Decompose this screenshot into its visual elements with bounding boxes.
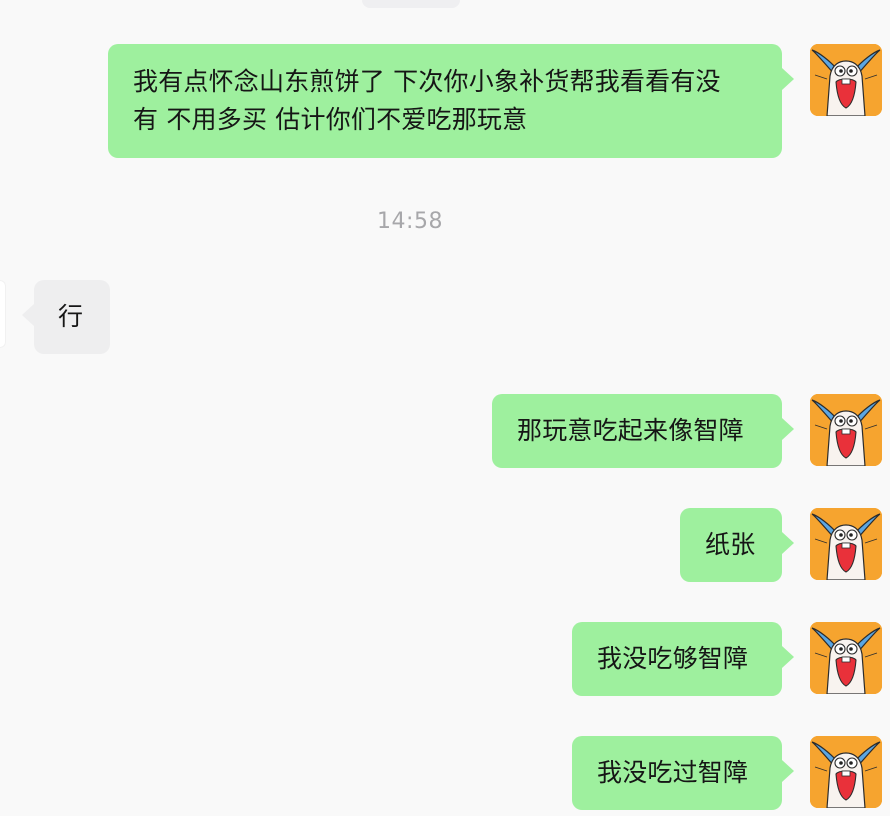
message-text: 我没吃够智障 <box>597 644 749 673</box>
message-text: 那玩意吃起来像智障 <box>517 416 744 445</box>
message-bubble-outgoing-1[interactable]: 我有点怀念山东煎饼了 下次你小象补货帮我看看有没 有 不用多买 估计你们不爱吃那… <box>108 44 794 158</box>
message-bubble-outgoing-2[interactable]: 那玩意吃起来像智障 <box>492 394 794 468</box>
cartoon-bunny-icon <box>810 508 882 580</box>
message-bubble-outgoing-4[interactable]: 我没吃够智障 <box>572 622 794 696</box>
cartoon-bunny-icon <box>810 44 882 116</box>
cartoon-bunny-icon <box>810 622 882 694</box>
message-text: 行 <box>58 302 84 331</box>
avatar[interactable] <box>810 394 882 466</box>
message-text-line: 我有点怀念山东煎饼了 下次你小象补货帮我看看有没 <box>133 67 721 96</box>
previous-item-fragment <box>362 0 460 8</box>
message-text: 我没吃过智障 <box>597 758 749 787</box>
chat-view: 我有点怀念山东煎饼了 下次你小象补货帮我看看有没 有 不用多买 估计你们不爱吃那… <box>0 0 890 816</box>
avatar[interactable] <box>810 508 882 580</box>
cartoon-bunny-icon <box>810 394 882 466</box>
message-text-line: 有 不用多买 估计你们不爱吃那玩意 <box>133 105 528 134</box>
avatar[interactable] <box>810 44 882 116</box>
message-bubble-outgoing-3[interactable]: 纸张 <box>680 508 794 582</box>
message-text: 纸张 <box>705 530 756 559</box>
cartoon-bunny-icon <box>810 736 882 808</box>
timestamp: 14:58 <box>377 209 443 234</box>
message-bubble-incoming[interactable]: 行 <box>22 280 110 354</box>
avatar[interactable] <box>810 736 882 808</box>
message-bubble-outgoing-5[interactable]: 我没吃过智障 <box>572 736 794 810</box>
avatar[interactable] <box>810 622 882 694</box>
contact-avatar[interactable] <box>0 280 6 348</box>
